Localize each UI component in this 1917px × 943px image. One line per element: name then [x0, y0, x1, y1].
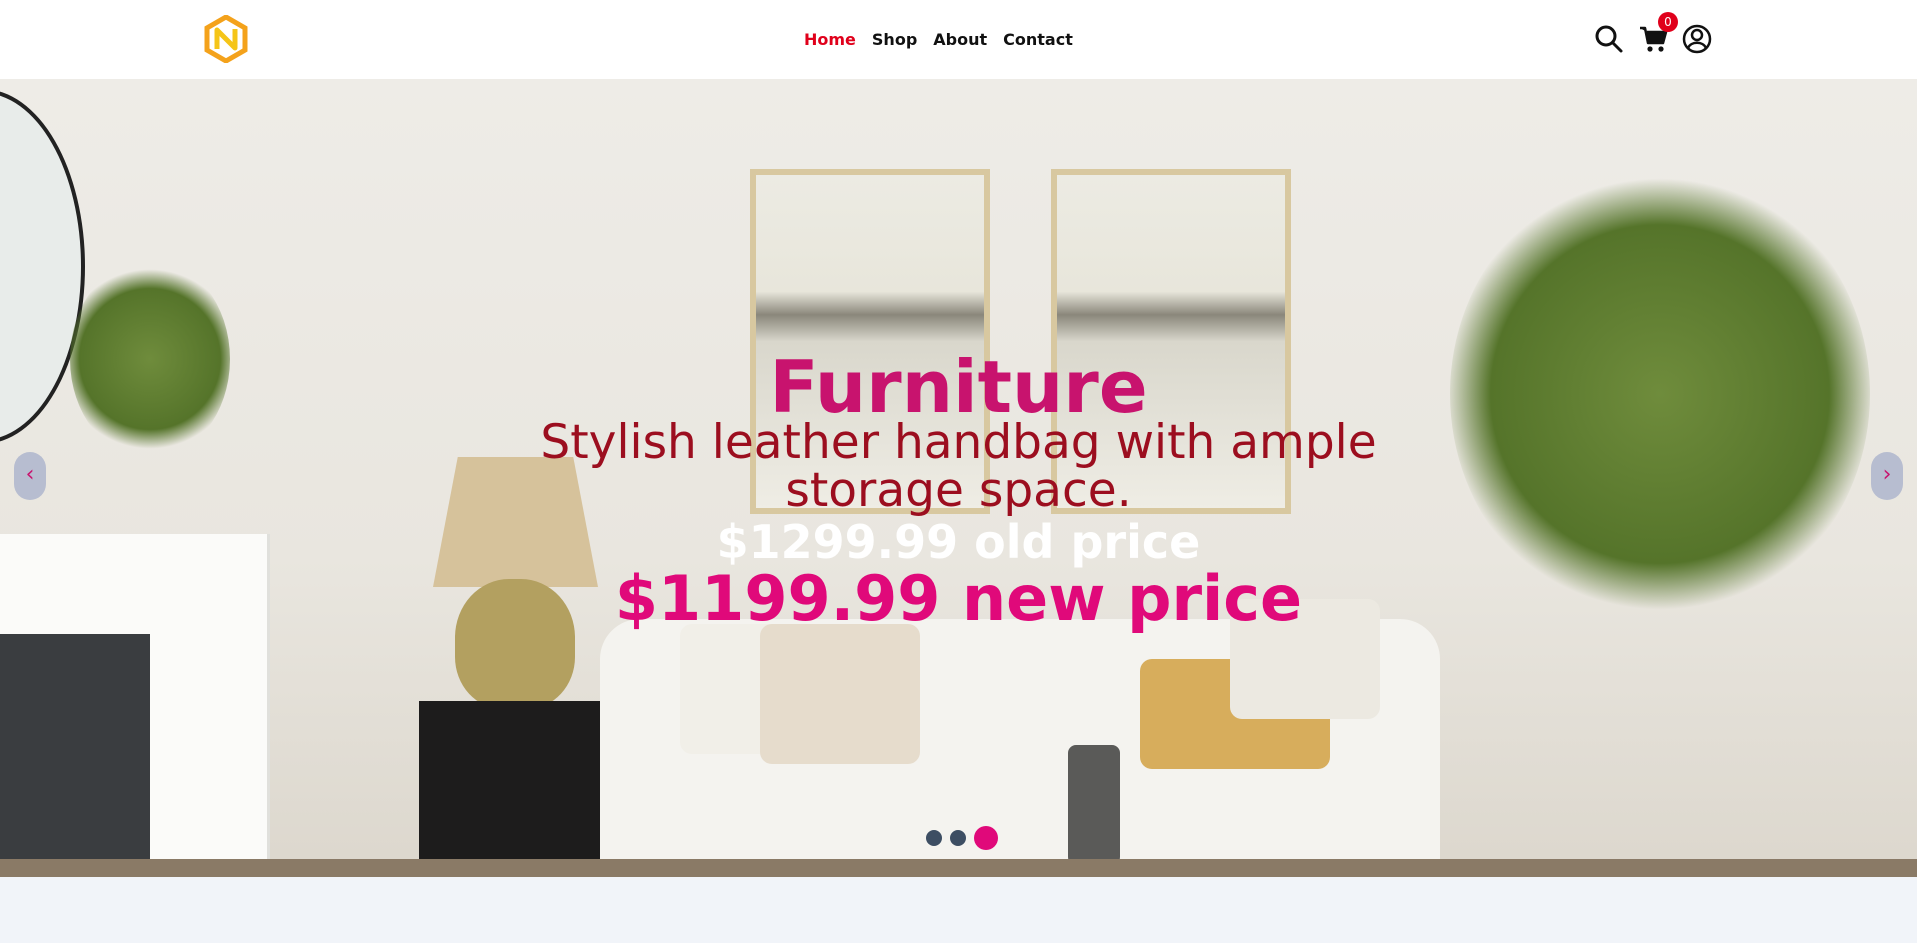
cushion-beige: [760, 624, 920, 764]
page-content-area: [0, 877, 1917, 943]
nav-shop-link[interactable]: Shop: [872, 30, 917, 49]
cart-count-badge: 0: [1658, 12, 1678, 32]
side-table: [419, 701, 619, 877]
slider-dot-1[interactable]: [926, 830, 942, 846]
nav-about-link[interactable]: About: [933, 30, 987, 49]
hero-description: Stylish leather handbag with ample stora…: [540, 415, 1377, 518]
search-icon: [1595, 25, 1623, 53]
hero-old-price: $1299.99 old price: [716, 515, 1201, 569]
main-nav: Home Shop About Contact: [804, 30, 1073, 49]
hero-content: Furniture Stylish leather handbag with a…: [0, 347, 1917, 631]
nav-home-link[interactable]: Home: [804, 30, 856, 49]
nav-contact-link[interactable]: Contact: [1003, 30, 1073, 49]
search-button[interactable]: [1594, 24, 1624, 54]
site-header: Home Shop About Contact 0: [0, 0, 1917, 79]
floor: [0, 859, 1917, 877]
header-actions: 0: [1594, 12, 1712, 54]
user-account-icon: [1682, 24, 1712, 54]
cart-button[interactable]: 0: [1638, 12, 1678, 54]
slider-dot-3[interactable]: [974, 826, 998, 850]
slider-prev-button[interactable]: ‹: [14, 452, 46, 500]
brand-logo[interactable]: [204, 15, 248, 63]
fireplace-opening: [0, 634, 150, 877]
slider-dot-2[interactable]: [950, 830, 966, 846]
account-button[interactable]: [1682, 24, 1712, 54]
vase: [1068, 745, 1120, 877]
slider-pagination: [926, 826, 998, 850]
slider-next-button[interactable]: ›: [1871, 452, 1903, 500]
hero-new-price: $1199.99 new price: [614, 562, 1303, 635]
hero-slider: Furniture Stylish leather handbag with a…: [0, 79, 1917, 877]
